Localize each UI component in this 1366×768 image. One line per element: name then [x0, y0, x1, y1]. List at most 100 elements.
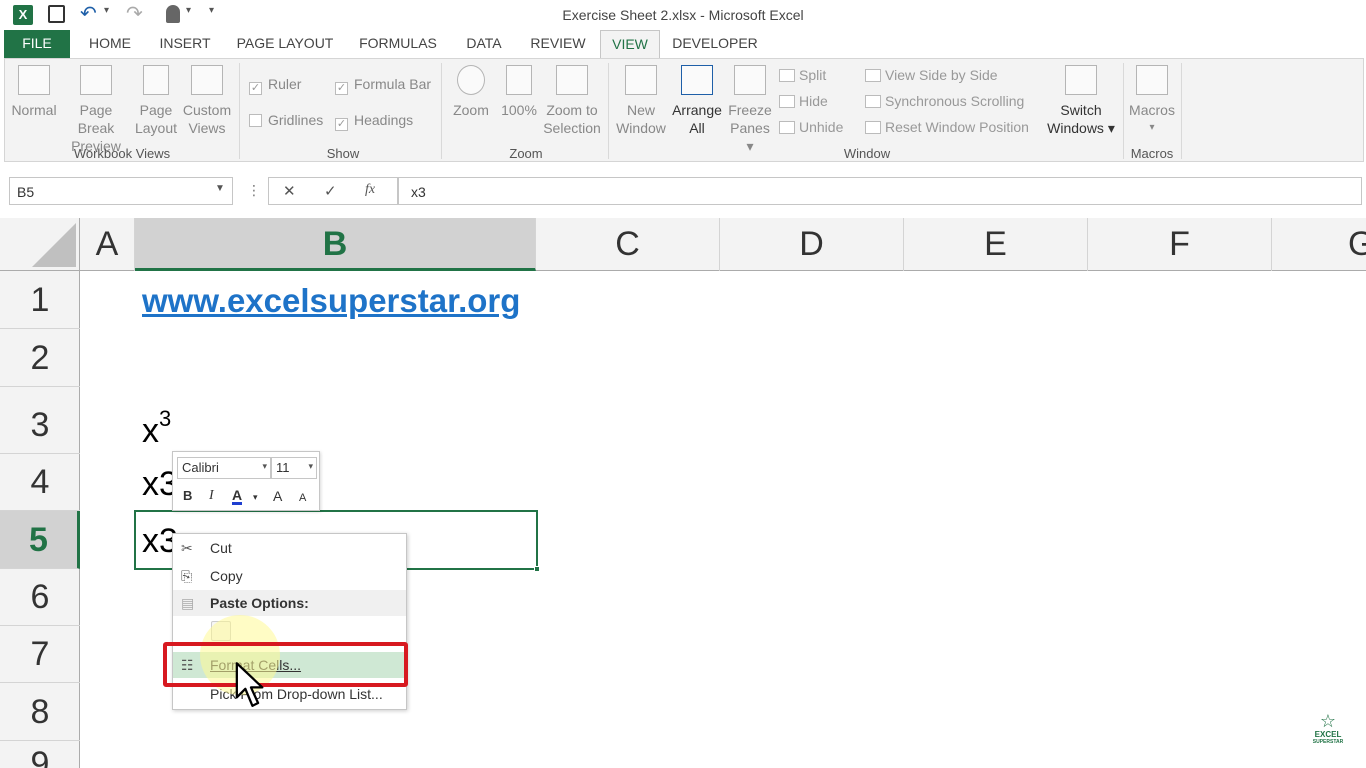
arrange-all-button[interactable]: Arrange All: [669, 65, 725, 137]
cell-b3[interactable]: x3: [142, 406, 171, 451]
tab-review[interactable]: REVIEW: [524, 30, 592, 58]
column-header-a[interactable]: A: [80, 218, 135, 271]
gridlines-checkbox[interactable]: Gridlines: [249, 112, 323, 128]
hide-icon: [779, 95, 795, 108]
cell-b3-base: x: [142, 412, 159, 450]
synchronous-scrolling-button[interactable]: Synchronous Scrolling: [865, 93, 1024, 109]
tab-page-layout[interactable]: PAGE LAYOUT: [230, 30, 340, 58]
custom-views-icon: [191, 65, 223, 95]
zoom-to-selection-button[interactable]: Zoom to Selection: [541, 65, 603, 137]
menu-item-cut[interactable]: ✂ Cut: [173, 535, 406, 561]
row-header-9[interactable]: 9: [0, 741, 80, 768]
title-bar: X ↶ ▾ ↷ ▾ ▾ Exercise Sheet 2.xlsx - Micr…: [0, 0, 1366, 30]
row-header-1[interactable]: 1: [0, 271, 80, 329]
reset-window-position-button[interactable]: Reset Window Position: [865, 119, 1029, 135]
font-color-button[interactable]: A: [232, 488, 243, 505]
checkbox-icon: ✓: [249, 82, 262, 95]
column-header-d[interactable]: D: [720, 218, 904, 271]
column-header-e[interactable]: E: [904, 218, 1088, 271]
ruler-checkbox[interactable]: ✓ Ruler: [249, 76, 301, 95]
chevron-down-icon: ▾: [262, 461, 267, 471]
column-headers: A B C D E F G: [0, 218, 1366, 271]
cancel-icon[interactable]: ✕: [283, 182, 296, 200]
row-header-8[interactable]: 8: [0, 683, 80, 741]
menu-section-paste-options: ▤ Paste Options:: [173, 590, 406, 616]
grow-font-button[interactable]: A: [273, 488, 282, 504]
sync-scroll-icon: [865, 95, 881, 108]
row-header-4[interactable]: 4: [0, 454, 80, 511]
menu-item-copy[interactable]: ⎘ Copy: [173, 563, 406, 589]
ribbon-separator: [441, 63, 442, 159]
new-window-button[interactable]: New Window: [613, 65, 669, 137]
normal-view-icon: [18, 65, 50, 95]
formula-bar-grip-icon[interactable]: ⋮: [247, 182, 261, 199]
tab-home[interactable]: HOME: [80, 30, 140, 58]
zoom-button[interactable]: Zoom: [447, 65, 495, 119]
checkbox-icon: ✓: [335, 82, 348, 95]
unhide-button[interactable]: Unhide: [779, 119, 843, 135]
normal-view-button[interactable]: Normal: [9, 65, 59, 119]
split-button[interactable]: Split: [779, 67, 826, 83]
star-icon: ☆: [1319, 711, 1337, 731]
tab-view[interactable]: VIEW: [600, 30, 660, 59]
row-header-6[interactable]: 6: [0, 569, 80, 626]
row-header-2[interactable]: 2: [0, 329, 80, 387]
row-headers: 1 2 3 4 5 6 7 8 9: [0, 271, 80, 768]
view-side-by-side-button[interactable]: View Side by Side: [865, 67, 998, 83]
ribbon-tabs: FILE HOME INSERT PAGE LAYOUT FORMULAS DA…: [0, 30, 1366, 59]
tab-insert[interactable]: INSERT: [152, 30, 218, 58]
switch-windows-button[interactable]: Switch Windows ▾: [1043, 65, 1119, 137]
formula-input[interactable]: x3: [398, 177, 1362, 205]
hyperlink-cell[interactable]: www.excelsuperstar.org: [142, 282, 520, 320]
custom-views-button[interactable]: Custom Views: [181, 65, 233, 137]
tab-developer[interactable]: DEVELOPER: [670, 30, 760, 58]
column-header-g[interactable]: G: [1272, 218, 1366, 271]
tab-data[interactable]: DATA: [456, 30, 512, 58]
group-label-workbook-views: Workbook Views: [73, 146, 171, 161]
headings-checkbox[interactable]: ✓ Headings: [335, 112, 413, 131]
page-layout-icon: [143, 65, 169, 95]
name-box-dropdown-icon[interactable]: ▼: [215, 183, 225, 194]
group-label-macros: Macros: [1130, 146, 1174, 161]
enter-icon[interactable]: ✓: [324, 182, 337, 200]
cell-b3-superscript: 3: [159, 406, 172, 431]
ribbon-separator: [1123, 63, 1124, 159]
ribbon-separator: [608, 63, 609, 159]
switch-windows-icon: [1065, 65, 1097, 95]
page-layout-view-button[interactable]: Page Layout: [133, 65, 179, 137]
italic-button[interactable]: I: [209, 488, 214, 504]
reset-position-icon: [865, 121, 881, 134]
ribbon-separator: [239, 63, 240, 159]
chevron-down-icon: ▾: [308, 461, 313, 471]
row-header-5[interactable]: 5: [0, 511, 80, 569]
font-name-dropdown[interactable]: Calibri ▾: [177, 457, 271, 479]
group-label-zoom: Zoom: [509, 146, 543, 161]
macros-button[interactable]: Macros ▾: [1125, 65, 1179, 137]
shrink-font-button[interactable]: A: [299, 492, 306, 504]
column-header-b[interactable]: B: [135, 218, 536, 271]
zoom-100-button[interactable]: 100%: [499, 65, 539, 119]
tab-formulas[interactable]: FORMULAS: [352, 30, 444, 58]
freeze-panes-button[interactable]: Freeze Panes ▾: [725, 65, 775, 155]
row-header-7[interactable]: 7: [0, 626, 80, 683]
mouse-pointer-icon: [235, 662, 264, 707]
column-header-c[interactable]: C: [536, 218, 720, 271]
font-color-dropdown-icon[interactable]: ▾: [253, 492, 258, 503]
select-all-triangle-icon: [32, 223, 76, 267]
tab-file[interactable]: FILE: [4, 30, 70, 58]
font-size-dropdown[interactable]: 11 ▾: [271, 457, 317, 479]
formula-bar-checkbox[interactable]: ✓ Formula Bar: [335, 76, 431, 95]
name-box[interactable]: B5: [9, 177, 233, 205]
group-label-show: Show: [326, 146, 360, 161]
hide-button[interactable]: Hide: [779, 93, 828, 109]
column-header-f[interactable]: F: [1088, 218, 1272, 271]
fill-handle[interactable]: [534, 566, 540, 572]
page-break-preview-button[interactable]: Page Break Preview: [61, 65, 131, 155]
row-header-3[interactable]: 3: [0, 387, 80, 454]
excel-window: X ↶ ▾ ↷ ▾ ▾ Exercise Sheet 2.xlsx - Micr…: [0, 0, 1366, 768]
new-window-icon: [625, 65, 657, 95]
bold-button[interactable]: B: [183, 488, 192, 503]
scissors-icon: ✂: [181, 540, 193, 556]
insert-function-icon[interactable]: fx: [365, 182, 375, 198]
select-all-corner[interactable]: [0, 218, 80, 271]
